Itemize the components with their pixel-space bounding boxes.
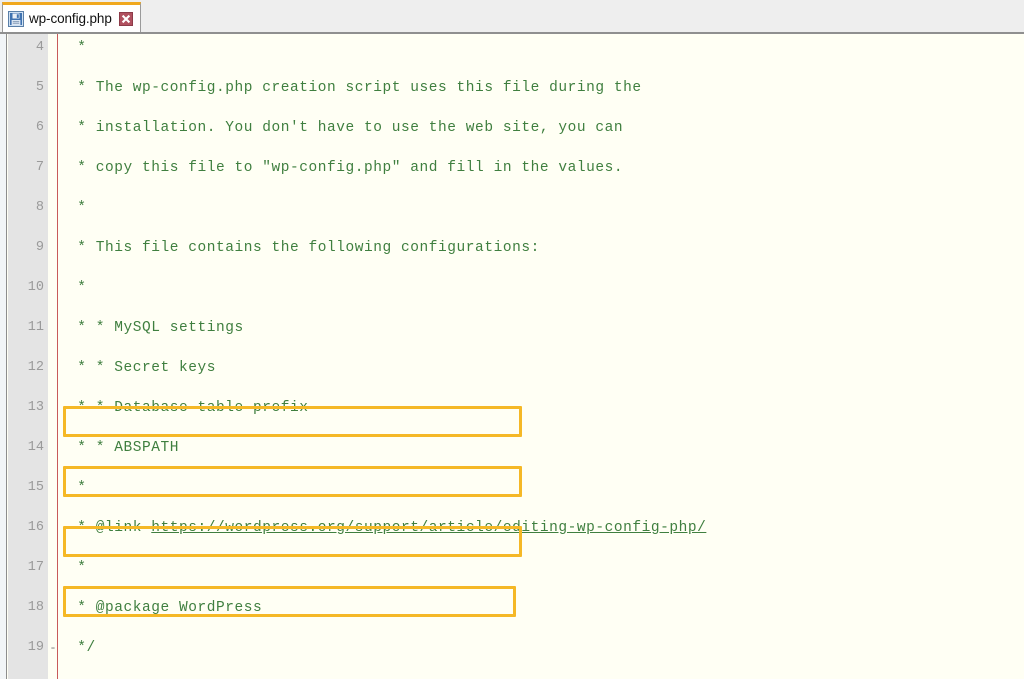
line-number: 10	[27, 280, 44, 295]
close-x-icon[interactable]	[118, 11, 133, 26]
code-line-text: * The wp-config.php creation script uses…	[68, 78, 642, 98]
line-number: 8	[35, 200, 44, 215]
code-line[interactable]: 7 * copy this file to "wp-config.php" an…	[0, 158, 1024, 178]
code-line-text: *	[68, 38, 87, 58]
code-line[interactable]: 10 *	[0, 278, 1024, 298]
line-number: 16	[27, 520, 44, 535]
token-link[interactable]: https://wordpress.org/support/article/ed…	[151, 520, 706, 536]
code-line-text: * * ABSPATH	[68, 438, 179, 458]
token-comment: * The wp-config.php creation script uses…	[68, 80, 642, 96]
code-line-text: *	[68, 478, 87, 498]
code-line-text: * This file contains the following confi…	[68, 238, 540, 258]
line-number: 18	[27, 600, 44, 615]
code-line-text: * * Secret keys	[68, 358, 216, 378]
code-line[interactable]: 15 *	[0, 478, 1024, 498]
code-line-text: */	[68, 638, 96, 658]
line-number: 14	[27, 440, 44, 455]
token-comment: * This file contains the following confi…	[68, 240, 540, 256]
floppy-disk-icon	[8, 10, 24, 27]
line-number: 15	[27, 480, 44, 495]
token-comment: * @link	[68, 520, 152, 536]
token-comment: */	[68, 640, 96, 656]
fold-marker-icon[interactable]: -	[49, 638, 57, 658]
token-comment: * @package WordPress	[68, 600, 263, 616]
line-number: 12	[27, 360, 44, 375]
code-line[interactable]: 16 * @link https://wordpress.org/support…	[0, 518, 1024, 538]
line-number: 19	[27, 640, 44, 655]
line-number: 13	[27, 400, 44, 415]
code-lines: 4 * 5 * The wp-config.php creation script…	[0, 34, 1024, 679]
code-line-text: * copy this file to "wp-config.php" and …	[68, 158, 623, 178]
line-number: 4	[35, 40, 44, 55]
code-line[interactable]: 6 * installation. You don't have to use …	[0, 118, 1024, 138]
code-line-text: * @package WordPress	[68, 598, 262, 618]
code-line[interactable]: 11 * * MySQL settings	[0, 318, 1024, 338]
token-comment: *	[68, 40, 87, 56]
code-line-text: *	[68, 558, 87, 578]
code-line-text: *	[68, 278, 87, 298]
code-line[interactable]: 8 *	[0, 198, 1024, 218]
token-comment: * * Database table prefix	[68, 400, 309, 416]
tab-label: wp-config.php	[29, 11, 112, 26]
code-line[interactable]: 14 * * ABSPATH	[0, 438, 1024, 458]
code-line[interactable]: 9 * This file contains the following con…	[0, 238, 1024, 258]
code-line-text: * installation. You don't have to use th…	[68, 118, 623, 138]
line-number: 9	[35, 240, 44, 255]
line-number: 11	[27, 320, 44, 335]
token-comment: *	[68, 280, 87, 296]
tab-bar: wp-config.php	[0, 0, 1024, 34]
token-comment: * * MySQL settings	[68, 320, 244, 336]
token-comment: * * ABSPATH	[68, 440, 180, 456]
token-comment: *	[68, 200, 87, 216]
code-line[interactable]: 5 * The wp-config.php creation script us…	[0, 78, 1024, 98]
tab-wp-config-php[interactable]: wp-config.php	[2, 2, 141, 32]
code-line-text: * @link https://wordpress.org/support/ar…	[68, 518, 706, 538]
token-comment: * copy this file to "wp-config.php" and …	[68, 160, 624, 176]
line-number: 6	[35, 120, 44, 135]
code-line-text: *	[68, 198, 87, 218]
line-number: 17	[27, 560, 44, 575]
code-line[interactable]: 13 * * Database table prefix	[0, 398, 1024, 418]
token-comment: * * Secret keys	[68, 360, 217, 376]
line-number: 5	[35, 80, 44, 95]
code-line-text: * * Database table prefix	[68, 398, 309, 418]
code-line[interactable]: 4 *	[0, 38, 1024, 58]
token-comment: * installation. You don't have to use th…	[68, 120, 624, 136]
code-editor[interactable]: 4 * 5 * The wp-config.php creation script…	[0, 34, 1024, 679]
code-line[interactable]: 12 * * Secret keys	[0, 358, 1024, 378]
token-comment: *	[68, 560, 87, 576]
code-line[interactable]: 18 * @package WordPress	[0, 598, 1024, 618]
code-line-text: * * MySQL settings	[68, 318, 244, 338]
code-line[interactable]: 19- */	[0, 638, 1024, 658]
line-number: 7	[35, 160, 44, 175]
code-line[interactable]: 17 *	[0, 558, 1024, 578]
editor-window: wp-config.php 4 * 5 * The wp-config.php c…	[0, 0, 1024, 679]
token-comment: *	[68, 480, 87, 496]
